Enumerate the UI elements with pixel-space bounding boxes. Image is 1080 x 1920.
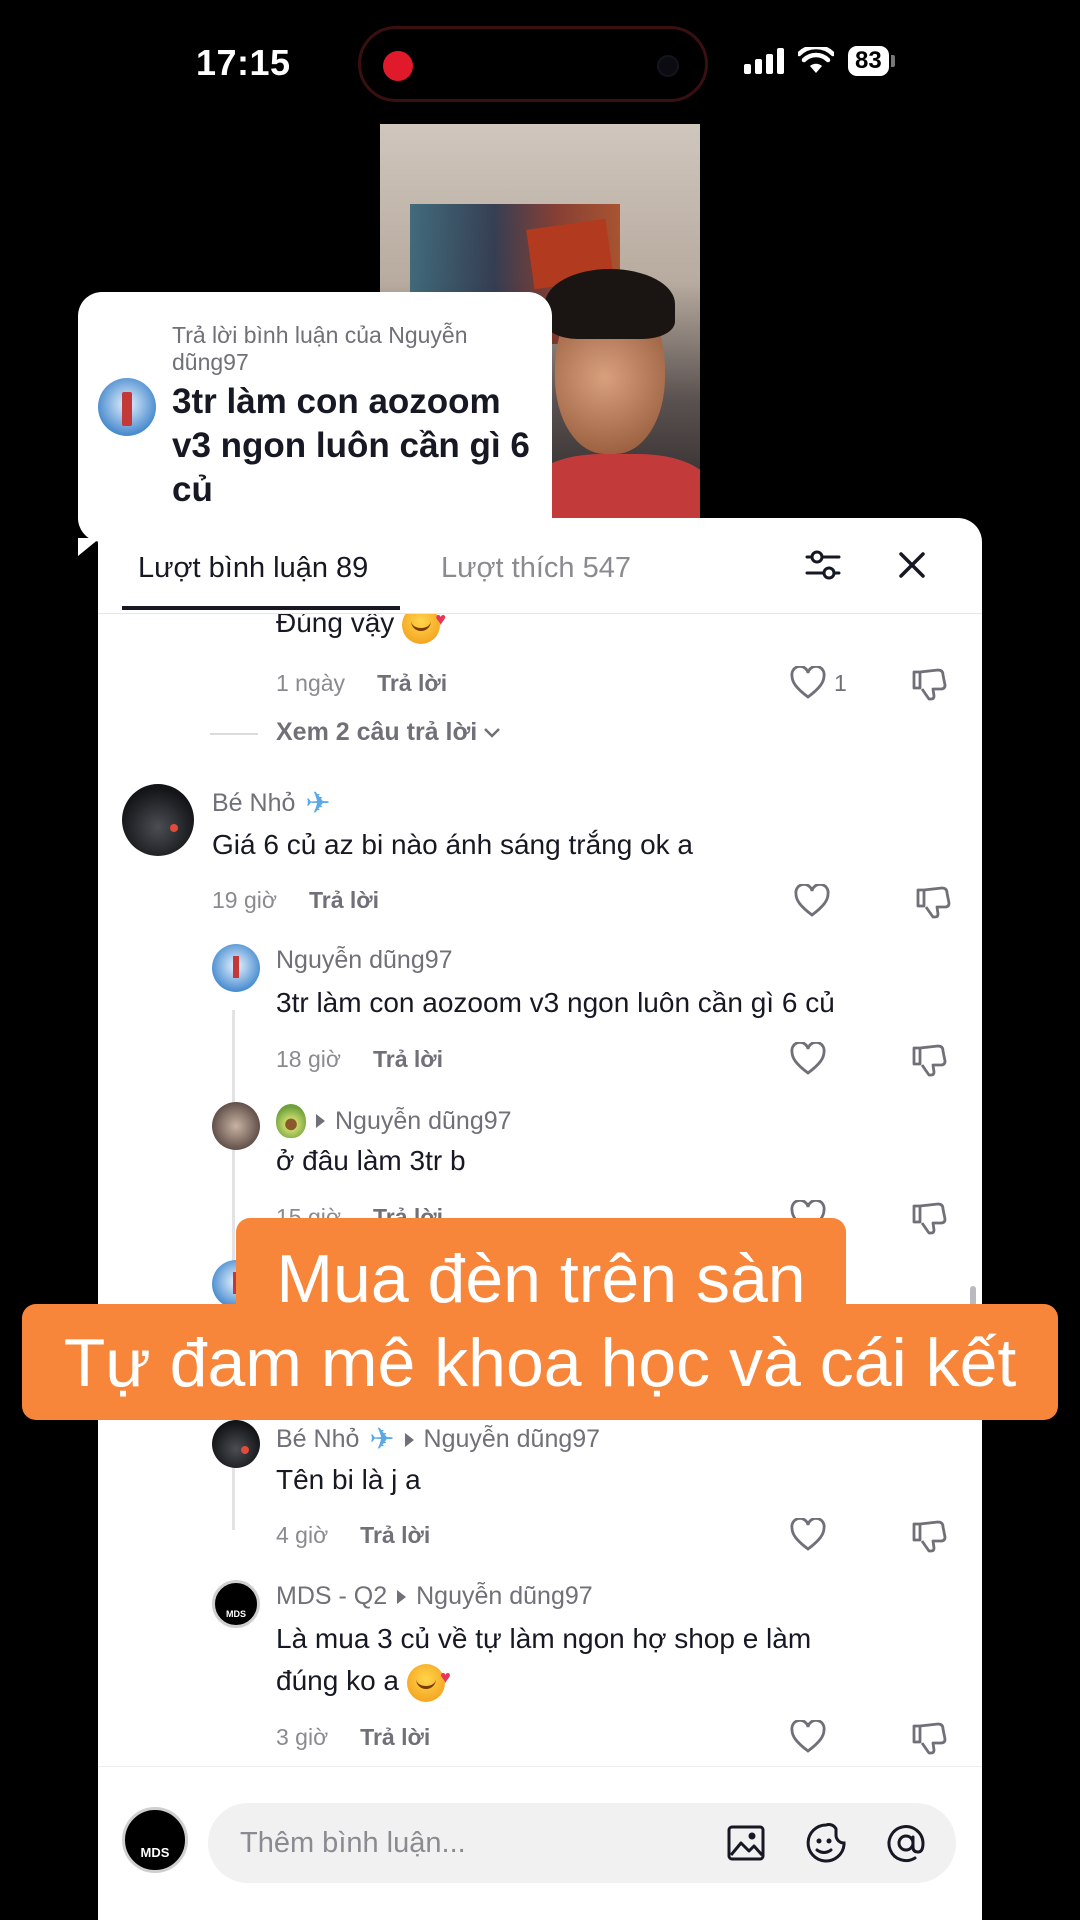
image-icon[interactable] bbox=[724, 1821, 768, 1865]
battery-level: 83 bbox=[848, 46, 889, 76]
comment-time: 18 giờ bbox=[276, 1046, 341, 1072]
chevron-down-icon bbox=[484, 727, 501, 738]
reply-button[interactable]: Trả lời bbox=[360, 1724, 430, 1751]
avatar[interactable] bbox=[212, 944, 260, 992]
status-icons: 83 bbox=[744, 46, 895, 76]
divider bbox=[210, 733, 258, 735]
comment-username[interactable]: Nguyễn dũng97 bbox=[276, 946, 453, 975]
dislike-icon[interactable] bbox=[910, 1198, 948, 1236]
signal-icon bbox=[744, 48, 784, 74]
comment-time: 19 giờ bbox=[212, 887, 277, 913]
avatar[interactable] bbox=[212, 1102, 260, 1150]
dynamic-island bbox=[358, 26, 708, 102]
heart-icon[interactable] bbox=[790, 1720, 826, 1754]
comment-input-bar: MDS bbox=[98, 1766, 982, 1920]
reply-button[interactable]: Trả lời bbox=[309, 887, 379, 914]
airplane-icon: ✈ bbox=[369, 1423, 395, 1456]
reply-button[interactable]: Trả lời bbox=[377, 670, 447, 697]
comment-text: ở đâu làm 3tr b bbox=[276, 1145, 466, 1176]
tab-likes[interactable]: Lượt thích 547 bbox=[441, 552, 631, 585]
comment-text: Đúng vậy bbox=[276, 614, 446, 644]
airplane-icon: ✈ bbox=[305, 787, 331, 820]
camera-icon bbox=[657, 55, 679, 77]
filter-icon[interactable] bbox=[804, 546, 842, 584]
caption-line-2: Tự đam mê khoa học và cái kết bbox=[63, 1325, 1017, 1401]
dislike-icon[interactable] bbox=[914, 882, 952, 920]
reply-button[interactable]: Trả lời bbox=[373, 1046, 443, 1073]
sticker-icon[interactable] bbox=[804, 1821, 848, 1865]
avocado-emoji-icon bbox=[276, 1104, 306, 1138]
avatar[interactable]: MDS bbox=[212, 1580, 260, 1628]
comment-time: 4 giờ bbox=[276, 1522, 329, 1548]
comment-meta: 19 giờ Trả lời bbox=[212, 887, 379, 914]
status-time: 17:15 bbox=[196, 42, 291, 83]
comment-meta: 1 ngày Trả lời bbox=[276, 670, 447, 697]
heart-icon[interactable] bbox=[790, 666, 826, 700]
heart-icon[interactable] bbox=[790, 1042, 826, 1076]
close-icon[interactable] bbox=[893, 546, 931, 584]
comment-meta: 18 giờ Trả lời bbox=[276, 1046, 443, 1073]
comment-input[interactable] bbox=[240, 1819, 680, 1867]
reply-arrow-icon bbox=[404, 1432, 414, 1447]
recording-dot-icon bbox=[383, 51, 413, 81]
battery-icon: 83 bbox=[848, 46, 895, 76]
dislike-icon[interactable] bbox=[910, 1516, 948, 1554]
comment-list[interactable]: Đúng vậy 1 ngày Trả lời 1 Xem 2 câu trả … bbox=[98, 614, 982, 1784]
avatar bbox=[98, 378, 156, 436]
comment-meta: 4 giờ Trả lời bbox=[276, 1522, 430, 1549]
avatar[interactable] bbox=[122, 784, 194, 856]
dislike-icon[interactable] bbox=[910, 1718, 948, 1756]
heart-icon[interactable] bbox=[790, 1518, 826, 1552]
active-tab-indicator bbox=[122, 606, 400, 610]
avatar[interactable] bbox=[212, 1420, 260, 1468]
comment-time: 1 ngày bbox=[276, 670, 346, 696]
dislike-icon[interactable] bbox=[910, 1040, 948, 1078]
comment-text: 3tr làm con aozoom v3 ngon luôn cần gì 6… bbox=[276, 987, 835, 1018]
comment-username[interactable]: Nguyễn dũng97 bbox=[276, 1104, 512, 1138]
like-count: 1 bbox=[834, 670, 847, 696]
comment-username[interactable]: Bé Nhỏ ✈ bbox=[212, 786, 331, 821]
comment-time: 3 giờ bbox=[276, 1724, 329, 1750]
comment-text: Tên bi là j a bbox=[276, 1464, 421, 1495]
mention-icon[interactable] bbox=[884, 1821, 928, 1865]
comment-tabs: Lượt bình luận 89 Lượt thích 547 bbox=[98, 518, 982, 614]
reply-arrow-icon bbox=[397, 1589, 407, 1604]
comment-text: Giá 6 củ az bi nào ánh sáng trắng ok a bbox=[212, 829, 693, 860]
reply-arrow-icon bbox=[316, 1114, 325, 1128]
smiling-hearts-emoji-icon bbox=[406, 1656, 451, 1702]
caption-line-1: Mua đèn trên sàn bbox=[276, 1241, 806, 1317]
comment-field[interactable] bbox=[208, 1803, 956, 1883]
comment-text: Là mua 3 củ về tự làm ngon hợ shop e làm… bbox=[276, 1618, 876, 1702]
dislike-icon[interactable] bbox=[910, 664, 948, 702]
view-more-replies[interactable]: Xem 2 câu trả lời bbox=[276, 718, 501, 747]
comment-meta: 3 giờ Trả lời bbox=[276, 1724, 430, 1751]
reply-button[interactable]: Trả lời bbox=[360, 1522, 430, 1549]
comment-username[interactable]: MDS - Q2 Nguyễn dũng97 bbox=[276, 1582, 593, 1611]
reply-sticker-text: 3tr làm con aozoom v3 ngon luôn cần gì 6… bbox=[172, 382, 530, 509]
smiling-hearts-emoji-icon bbox=[402, 614, 446, 644]
comment-username[interactable]: Bé Nhỏ ✈ Nguyễn dũng97 bbox=[276, 1422, 600, 1457]
tab-comments[interactable]: Lượt bình luận 89 bbox=[138, 552, 368, 585]
reply-sticker-header: Trả lời bình luận của Nguyễn dũng97 bbox=[172, 322, 468, 375]
avatar[interactable]: MDS bbox=[122, 1807, 188, 1873]
wifi-icon bbox=[798, 47, 834, 73]
heart-icon[interactable] bbox=[794, 884, 830, 918]
reply-comment-sticker: Trả lời bình luận của Nguyễn dũng97 3tr … bbox=[78, 292, 552, 556]
